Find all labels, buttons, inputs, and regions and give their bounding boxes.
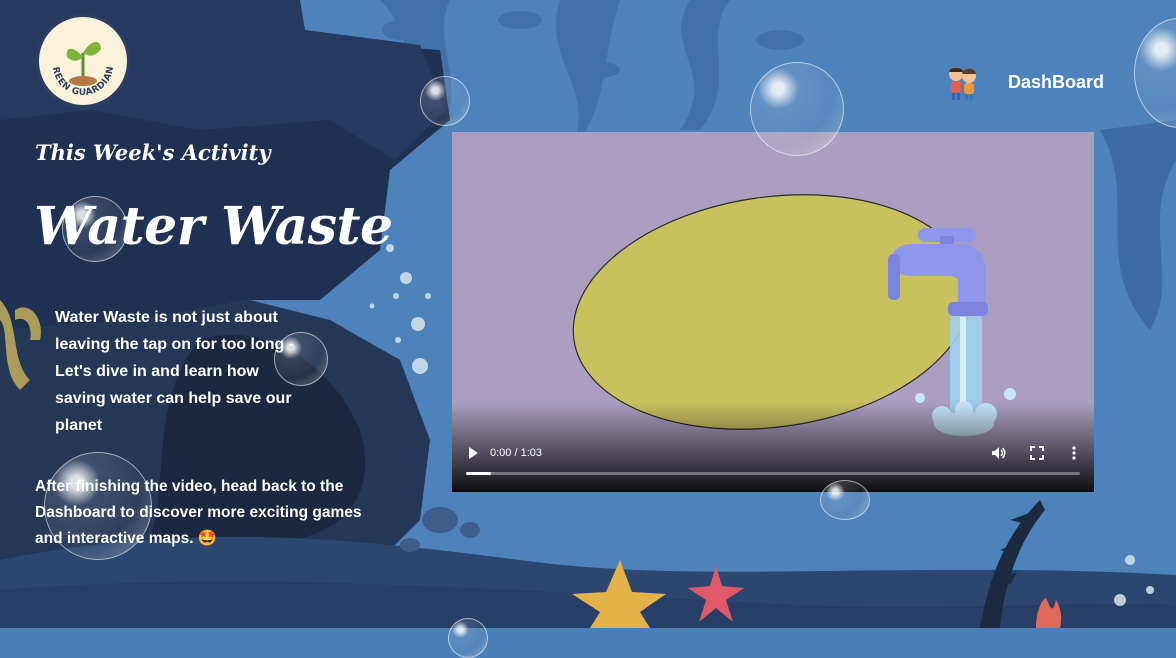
video-player[interactable]: 0:00 / 1:03	[452, 132, 1094, 492]
dashboard-link[interactable]: DashBoard	[1008, 72, 1104, 93]
after-video-text: After finishing the video, head back to …	[35, 474, 365, 552]
play-icon[interactable]	[466, 445, 480, 461]
sprout-icon: GREEN GUARDIANS	[39, 17, 116, 98]
star-struck-emoji: 🤩	[197, 530, 218, 547]
top-nav: DashBoard	[942, 62, 1104, 102]
activity-title: Water Waste	[34, 196, 393, 257]
green-guardians-logo[interactable]: GREEN GUARDIANS	[36, 14, 130, 108]
more-options-icon[interactable]	[1070, 445, 1078, 461]
kids-avatar-icon	[948, 67, 976, 100]
fullscreen-icon[interactable]	[1030, 446, 1044, 460]
activity-subtitle: This Week's Activity	[35, 140, 271, 165]
video-progress-bar[interactable]	[466, 472, 1080, 475]
volume-icon[interactable]	[990, 445, 1006, 461]
activity-description: Water Waste is not just about leaving th…	[55, 309, 295, 434]
video-progress-fill	[466, 472, 491, 475]
video-time: 0:00 / 1:03	[490, 447, 542, 459]
